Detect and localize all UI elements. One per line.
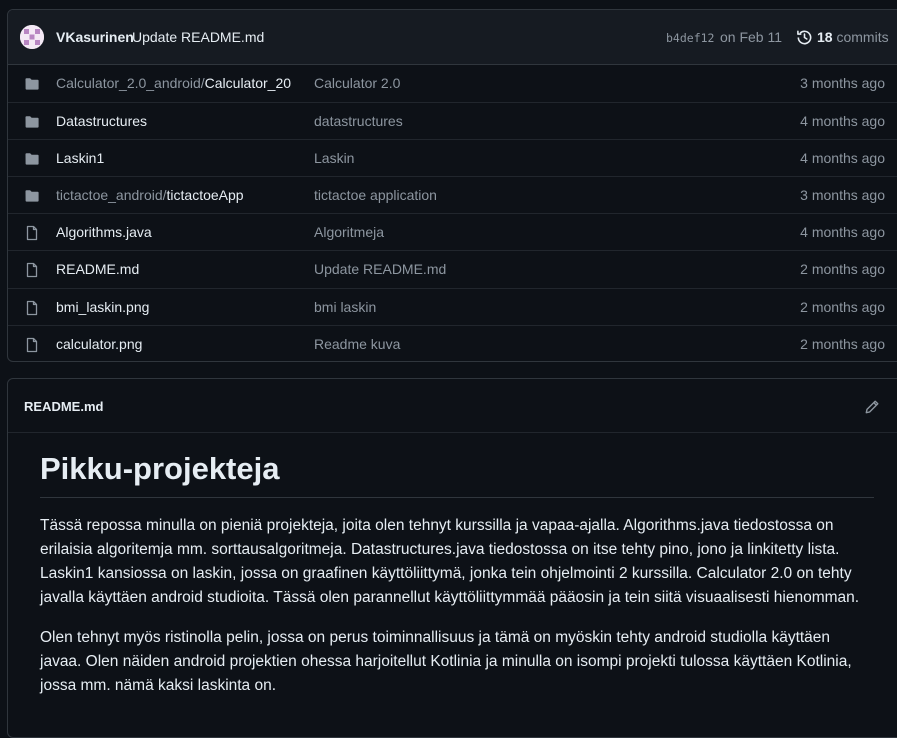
readme-paragraph: Tässä repossa minulla on pieniä projekte… — [40, 517, 860, 607]
commit-date: on Feb 11 — [720, 29, 783, 45]
file-name: calculator.png — [56, 335, 143, 352]
file-commit-message[interactable]: bmi laskin — [314, 299, 376, 315]
file-commit-age: 3 months ago — [800, 75, 885, 91]
file-icon — [24, 337, 40, 353]
file-commit-age: 2 months ago — [800, 335, 885, 352]
file-commit-message[interactable]: Algoritmeja — [314, 224, 384, 240]
file-commit-age: 2 months ago — [800, 298, 885, 315]
commit-message[interactable]: Update README.md — [132, 29, 264, 45]
file-commit-message[interactable]: datastructures — [314, 113, 403, 129]
folder-icon — [24, 76, 40, 92]
file-icon — [24, 300, 40, 316]
file-row[interactable]: Datastructures datastructures 4 months ago — [8, 102, 897, 139]
file-list: Calculator_2.0_android/Calculator_20 Calc… — [8, 65, 897, 361]
file-name-link[interactable]: Laskin1 — [56, 150, 104, 166]
file-commit-age: 2 months ago — [800, 261, 885, 278]
readme-heading: Pikku-projekteja — [40, 449, 874, 499]
file-name: Calculator_20 — [204, 75, 292, 91]
file-row[interactable]: Algorithms.java Algoritmeja 4 months ago — [8, 213, 897, 250]
pencil-icon[interactable] — [864, 399, 880, 415]
file-name-link[interactable]: calculator.png — [56, 336, 142, 352]
file-path-prefix: Calculator_2.0_android/ — [56, 75, 205, 91]
readme-paragraph: Olen tehnyt myös ristinolla pelin, jossa… — [40, 629, 852, 695]
file-name: README.md — [56, 261, 140, 278]
file-name: bmi_laskin.png — [56, 298, 150, 315]
commit-count-label: commits — [836, 29, 889, 45]
file-name-link[interactable]: Datastructures — [56, 113, 147, 129]
file-commit-message[interactable]: Update README.md — [314, 261, 446, 277]
file-name: Algorithms.java — [56, 224, 152, 241]
file-path-prefix: tictactoe_android/ — [56, 187, 167, 204]
history-icon[interactable] — [796, 29, 813, 46]
file-name-link[interactable]: README.md — [56, 261, 139, 277]
file-commit-message[interactable]: Readme kuva — [314, 336, 400, 352]
file-icon — [24, 262, 40, 278]
file-row[interactable]: bmi_laskin.png bmi laskin 2 months ago — [8, 287, 897, 325]
readme-header: README.md — [8, 379, 897, 433]
file-commit-age: 4 months ago — [800, 150, 885, 167]
readme-content: Pikku-projekteja Tässä repossa minulla o… — [40, 449, 874, 698]
commit-count: 18 — [817, 29, 833, 45]
file-browser: VKasurinen Update README.md b4def12 on F… — [7, 9, 897, 362]
file-row[interactable]: Calculator_2.0_android/Calculator_20 Calc… — [8, 65, 897, 102]
file-row[interactable]: README.md Update README.md 2 months ago — [8, 250, 897, 287]
file-name: Datastructures — [56, 113, 148, 130]
file-name-link[interactable]: Algorithms.java — [56, 224, 152, 240]
file-commit-age: 4 months ago — [800, 224, 885, 241]
readme-panel: README.md Pikku-projekteja Tässä repossa… — [7, 378, 897, 738]
readme-filename[interactable]: README.md — [24, 399, 103, 414]
file-name-link[interactable]: Calculator_2.0_android/Calculator_20 — [56, 75, 291, 91]
file-row[interactable]: tictactoe_android/tictactoeApp tictactoe … — [8, 176, 897, 213]
commit-count-link[interactable]: 18 commits — [817, 29, 889, 45]
file-name-link[interactable]: tictactoe_android/tictactoeApp — [56, 187, 244, 203]
file-row[interactable]: calculator.png Readme kuva 2 months ago — [8, 324, 897, 361]
commit-author[interactable]: VKasurinen — [56, 29, 134, 45]
file-name: tictactoeApp — [166, 187, 244, 204]
file-icon — [24, 225, 40, 241]
latest-commit-bar: VKasurinen Update README.md b4def12 on F… — [8, 10, 897, 65]
file-commit-message[interactable]: Laskin — [314, 150, 354, 166]
file-commit-age: 4 months ago — [800, 113, 885, 130]
avatar[interactable] — [20, 25, 44, 49]
file-name: Laskin1 — [56, 150, 105, 167]
folder-icon — [24, 114, 40, 130]
folder-icon — [24, 188, 40, 204]
file-row[interactable]: Laskin1 Laskin 4 months ago — [8, 139, 897, 176]
file-commit-message[interactable]: tictactoe application — [314, 187, 437, 203]
commit-hash[interactable]: b4def12 — [666, 31, 714, 45]
file-name-link[interactable]: bmi_laskin.png — [56, 299, 149, 315]
file-commit-message[interactable]: Calculator 2.0 — [314, 75, 400, 91]
file-commit-age: 3 months ago — [800, 187, 885, 204]
folder-icon — [24, 151, 40, 167]
